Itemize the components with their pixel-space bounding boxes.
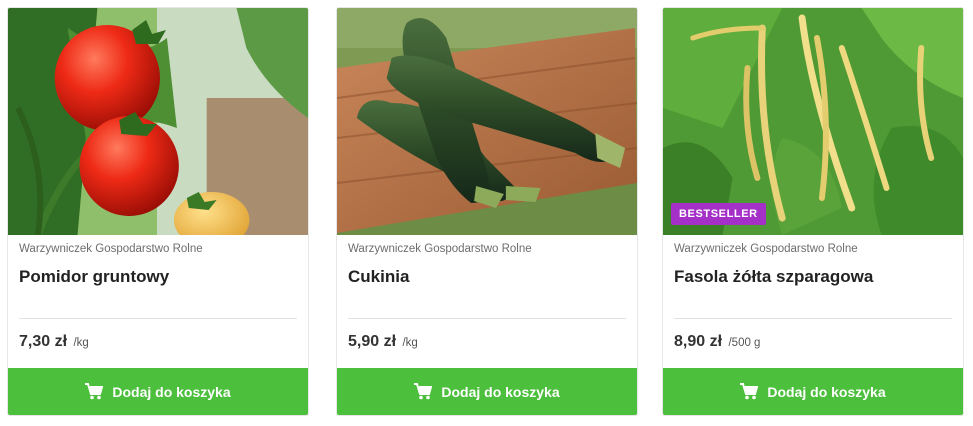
add-to-cart-button[interactable]: Dodaj do koszyka — [8, 368, 308, 415]
product-card: Warzywniczek Gospodarstwo Rolne Pomidor … — [7, 7, 309, 416]
add-to-cart-button[interactable]: Dodaj do koszyka — [663, 368, 963, 415]
price-value: 8,90 zł — [674, 333, 723, 350]
button-label: Dodaj do koszyka — [767, 383, 886, 400]
product-grid: Warzywniczek Gospodarstwo Rolne Pomidor … — [0, 0, 973, 426]
divider — [348, 318, 626, 319]
cart-icon — [85, 383, 104, 400]
bestseller-badge: BESTSELLER — [671, 203, 766, 225]
product-image-zucchini[interactable] — [337, 8, 637, 235]
product-card: Warzywniczek Gospodarstwo Rolne Cukinia … — [336, 7, 638, 416]
product-price: 8,90 zł /500 g — [674, 333, 760, 351]
price-unit: /kg — [73, 337, 89, 349]
price-unit: /kg — [402, 337, 418, 349]
button-label: Dodaj do koszyka — [441, 383, 560, 400]
product-title[interactable]: Fasola żółta szparagowa — [674, 267, 873, 287]
product-price: 7,30 zł /kg — [19, 333, 89, 351]
producer-name: Warzywniczek Gospodarstwo Rolne — [19, 243, 203, 255]
product-title[interactable]: Cukinia — [348, 267, 409, 287]
product-image-tomato[interactable] — [8, 8, 308, 235]
producer-name: Warzywniczek Gospodarstwo Rolne — [674, 243, 858, 255]
cart-icon — [740, 383, 759, 400]
divider — [19, 318, 297, 319]
button-label: Dodaj do koszyka — [112, 383, 231, 400]
product-title[interactable]: Pomidor gruntowy — [19, 267, 169, 287]
price-value: 5,90 zł — [348, 333, 397, 350]
product-price: 5,90 zł /kg — [348, 333, 418, 351]
divider — [674, 318, 952, 319]
price-unit: /500 g — [728, 337, 761, 349]
product-image-yellow-bean[interactable] — [663, 8, 963, 235]
cart-icon — [414, 383, 433, 400]
add-to-cart-button[interactable]: Dodaj do koszyka — [337, 368, 637, 415]
product-card: BESTSELLER Warzywniczek Gospodarstwo Rol… — [662, 7, 964, 416]
price-value: 7,30 zł — [19, 333, 68, 350]
producer-name: Warzywniczek Gospodarstwo Rolne — [348, 243, 532, 255]
